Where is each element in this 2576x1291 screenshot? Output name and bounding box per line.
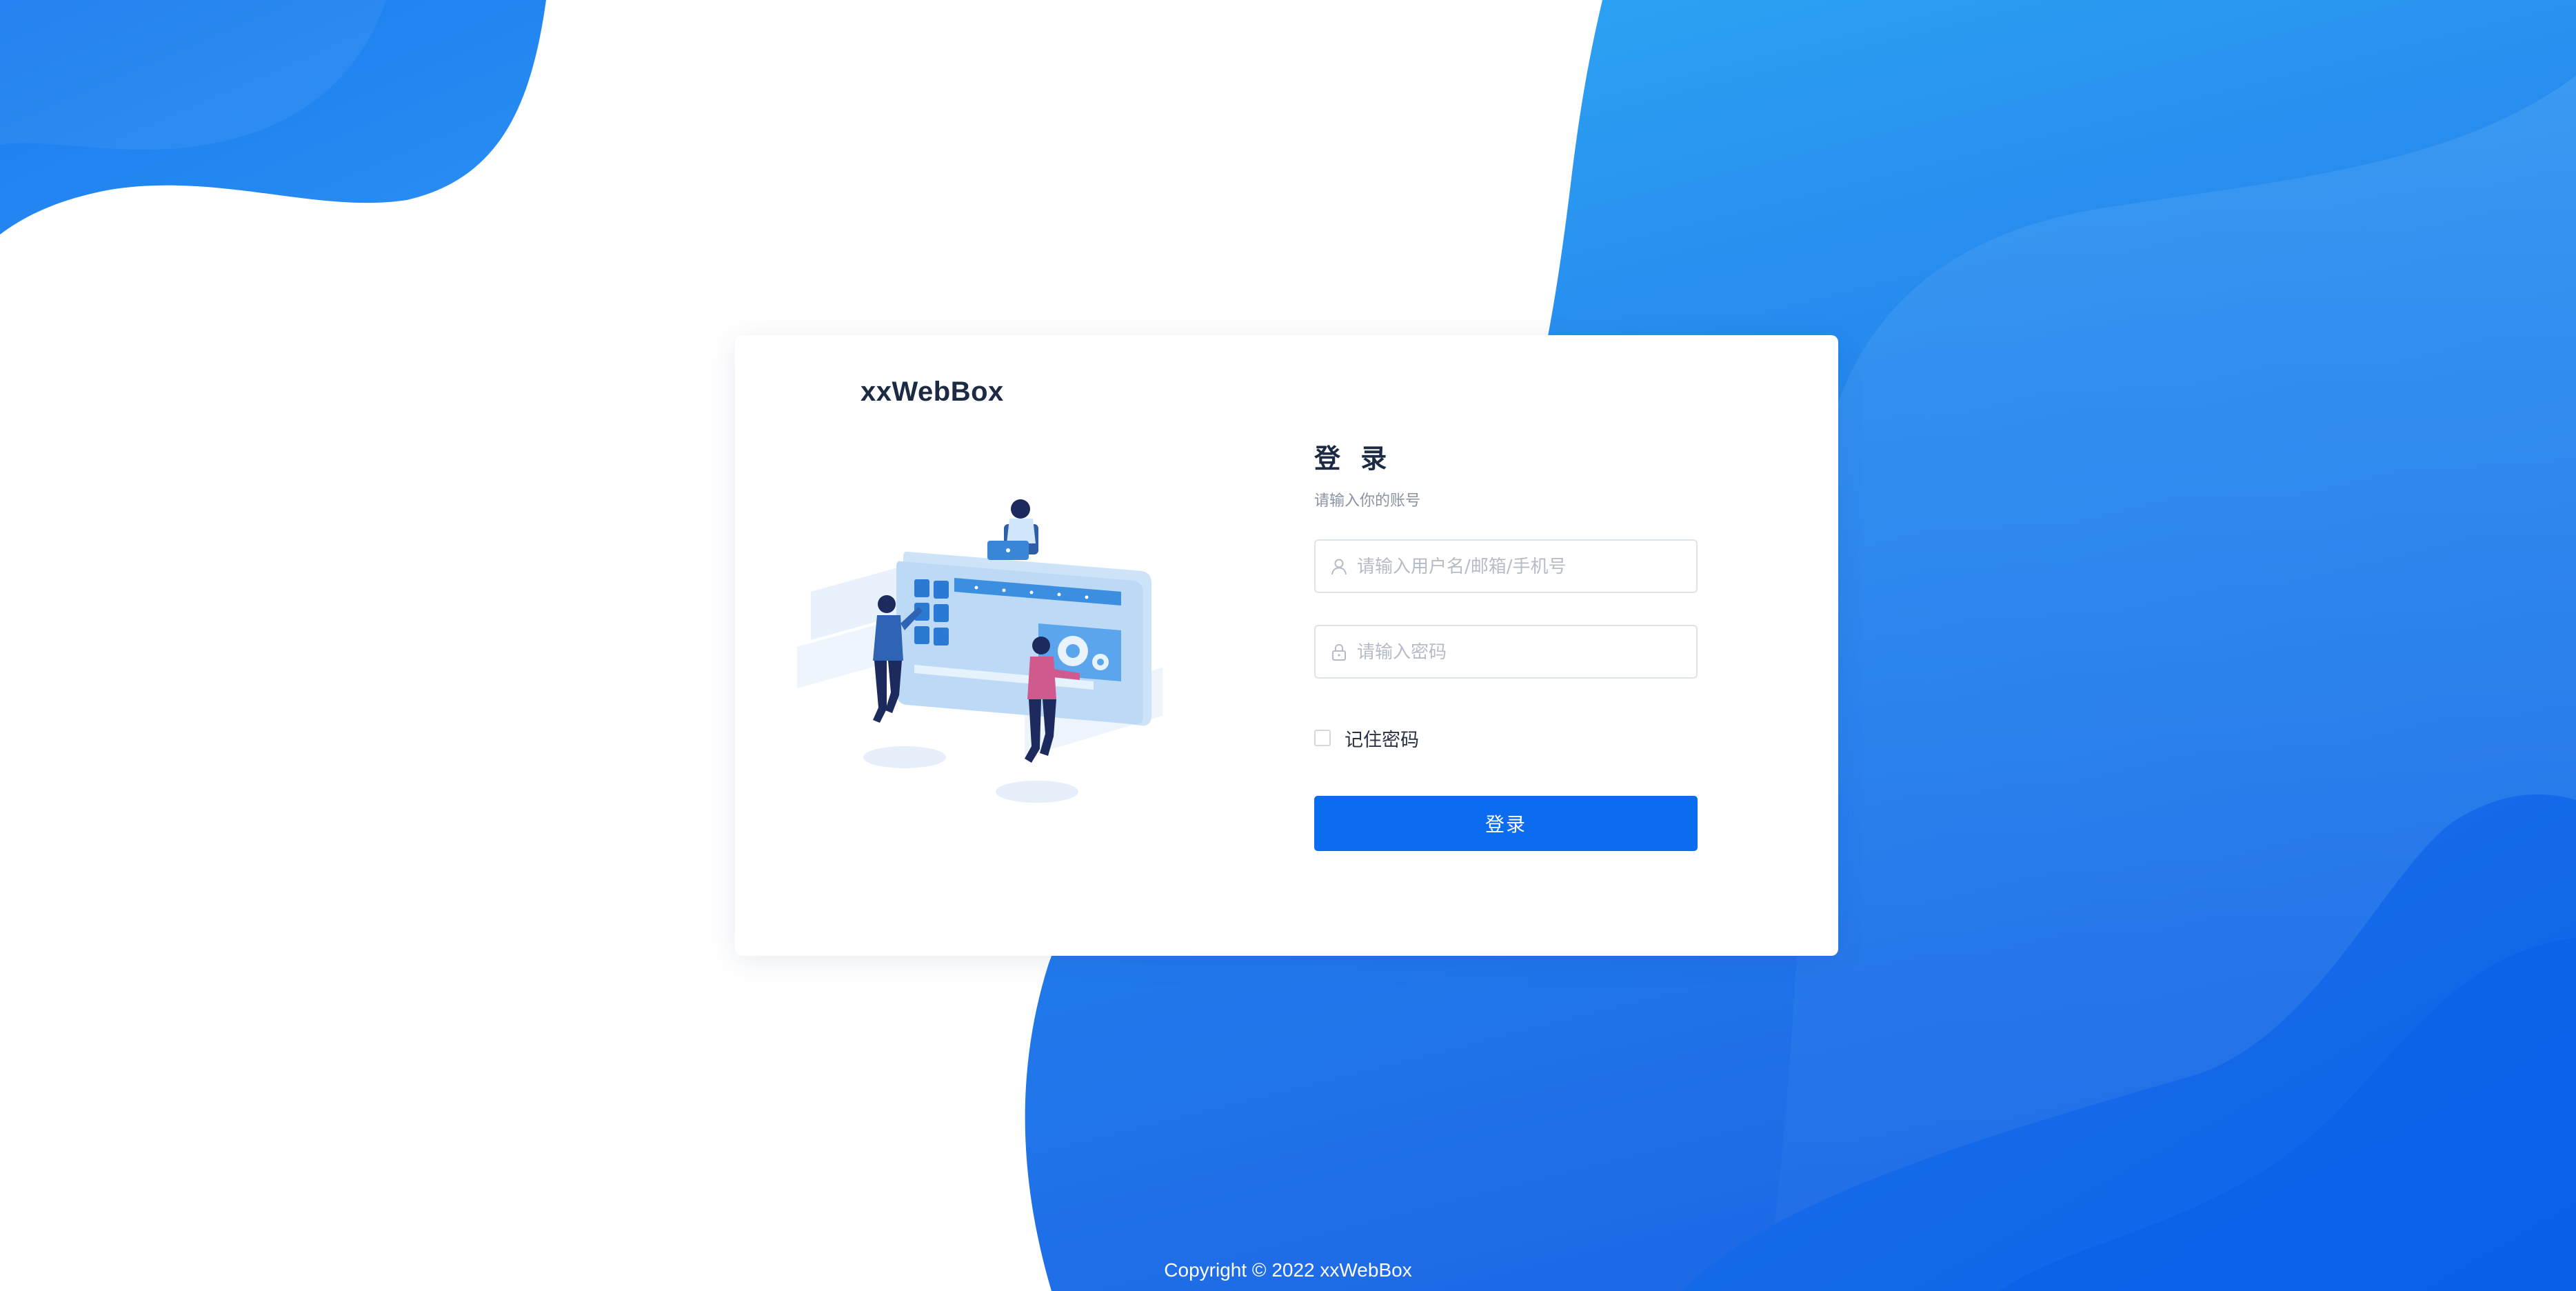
remember-checkbox[interactable] — [1314, 730, 1331, 746]
username-input[interactable] — [1356, 541, 1689, 593]
user-icon — [1331, 559, 1347, 575]
login-title: 登 录 — [1314, 443, 1393, 474]
password-input[interactable] — [1356, 626, 1689, 679]
login-page: xxWebBox 登 录 请输入你的账号 请输入用户名/邮箱/手机号 记住密码 … — [0, 0, 2576, 1291]
login-illustration — [797, 499, 1163, 803]
remember-password[interactable]: 记住密码 — [1314, 724, 1419, 752]
login-subtitle: 请输入你的账号 — [1314, 492, 1421, 510]
remember-label: 记住密码 — [1345, 729, 1419, 751]
login-card: xxWebBox 登 录 请输入你的账号 请输入用户名/邮箱/手机号 记住密码 … — [735, 335, 1838, 956]
login-button[interactable]: 登录 — [1314, 796, 1698, 851]
lock-icon — [1332, 643, 1346, 661]
password-field[interactable] — [1314, 625, 1698, 679]
copyright: Copyright © 2022 xxWebBox — [1164, 1259, 1412, 1281]
username-field[interactable] — [1314, 539, 1698, 593]
brand-name: xxWebBox — [861, 377, 1004, 407]
